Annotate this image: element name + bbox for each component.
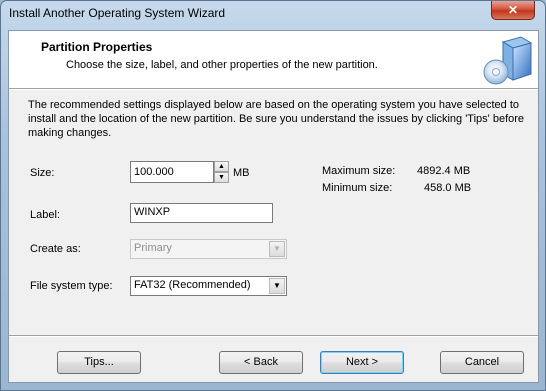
label-input[interactable]: WINXP (130, 203, 273, 223)
min-size-label: Minimum size: (322, 182, 393, 194)
max-size-value: 4892.4 MB (417, 165, 471, 177)
chevron-down-icon: ▼ (269, 241, 285, 257)
create-as-value: Primary (134, 242, 172, 254)
page-title: Partition Properties (41, 40, 153, 54)
wizard-header: Partition Properties Choose the size, la… (9, 31, 538, 89)
close-button[interactable]: ✕ (491, 1, 535, 20)
fs-type-label: File system type: (30, 280, 113, 292)
size-spinner[interactable]: ▲ ▼ (214, 161, 229, 183)
footer-divider-highlight (9, 336, 538, 337)
header-divider (9, 89, 538, 90)
tips-button[interactable]: Tips... (57, 351, 141, 374)
max-size-label: Maximum size: (322, 165, 396, 177)
fs-type-select[interactable]: FAT32 (Recommended) ▼ (130, 276, 287, 296)
fs-type-value: FAT32 (Recommended) (134, 279, 251, 291)
window-title: Install Another Operating System Wizard (9, 6, 226, 20)
spin-down-icon[interactable]: ▼ (214, 172, 229, 183)
page-subtitle: Choose the size, label, and other proper… (66, 59, 378, 71)
wizard-window: Install Another Operating System Wizard … (0, 0, 546, 391)
cd-disk-icon (483, 36, 533, 85)
cancel-button[interactable]: Cancel (440, 351, 524, 374)
wizard-client-area: Partition Properties Choose the size, la… (8, 30, 539, 383)
spin-up-icon[interactable]: ▲ (214, 161, 229, 172)
create-as-label: Create as: (30, 243, 81, 255)
size-unit: MB (233, 167, 250, 179)
back-button[interactable]: < Back (219, 351, 303, 374)
chevron-down-icon[interactable]: ▼ (269, 278, 285, 294)
label-label: Label: (30, 209, 60, 221)
size-input[interactable]: 100.000 (130, 161, 214, 183)
next-button[interactable]: Next > (320, 351, 404, 374)
size-label: Size: (30, 167, 55, 179)
description-text: The recommended settings displayed below… (28, 99, 525, 139)
close-icon: ✕ (507, 3, 519, 17)
min-size-value: 458.0 MB (424, 182, 472, 194)
create-as-select[interactable]: Primary ▼ (130, 239, 287, 259)
